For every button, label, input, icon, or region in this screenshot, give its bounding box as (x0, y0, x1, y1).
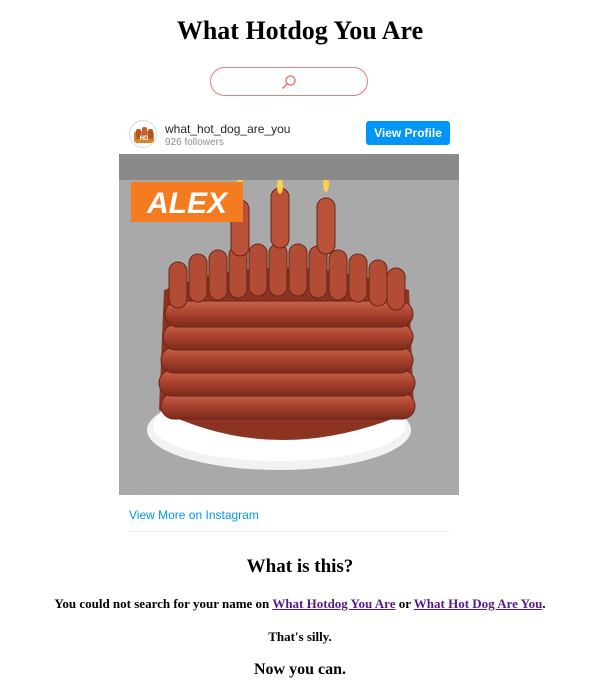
search-icon (281, 74, 297, 90)
link-what-hotdog-you-are[interactable]: What Hotdog You Are (272, 596, 395, 611)
post-image[interactable]: ALEX (119, 154, 459, 495)
link-what-hot-dog-are-you[interactable]: What Hot Dog Are You (414, 596, 543, 611)
search-button[interactable] (210, 67, 368, 96)
description-text-3: . (542, 596, 546, 611)
svg-text:HD: HD (140, 136, 149, 142)
now-text: Now you can. (253, 661, 346, 678)
embed-header: HD what_hot_dog_are_you 926 followers Vi… (119, 112, 459, 154)
divider (129, 531, 449, 532)
view-profile-button[interactable]: View Profile (366, 121, 450, 145)
description-text-1: You could not search for your name on (54, 596, 273, 611)
page-title: What Hotdog You Are (176, 16, 424, 45)
svg-text:ALEX: ALEX (146, 187, 229, 220)
instagram-embed: HD what_hot_dog_are_you 926 followers Vi… (119, 112, 459, 532)
follower-count: 926 followers (165, 137, 224, 148)
view-more-link[interactable]: View More on Instagram (129, 508, 259, 522)
section-heading: What is this? (246, 556, 354, 577)
description-text-2: or (395, 596, 414, 611)
username[interactable]: what_hot_dog_are_you (165, 122, 290, 136)
silly-text: That's silly. (268, 629, 332, 644)
description: You could not search for your name on Wh… (0, 596, 600, 612)
avatar[interactable]: HD (129, 120, 157, 148)
hotdog-cake-image: ALEX (131, 176, 416, 470)
